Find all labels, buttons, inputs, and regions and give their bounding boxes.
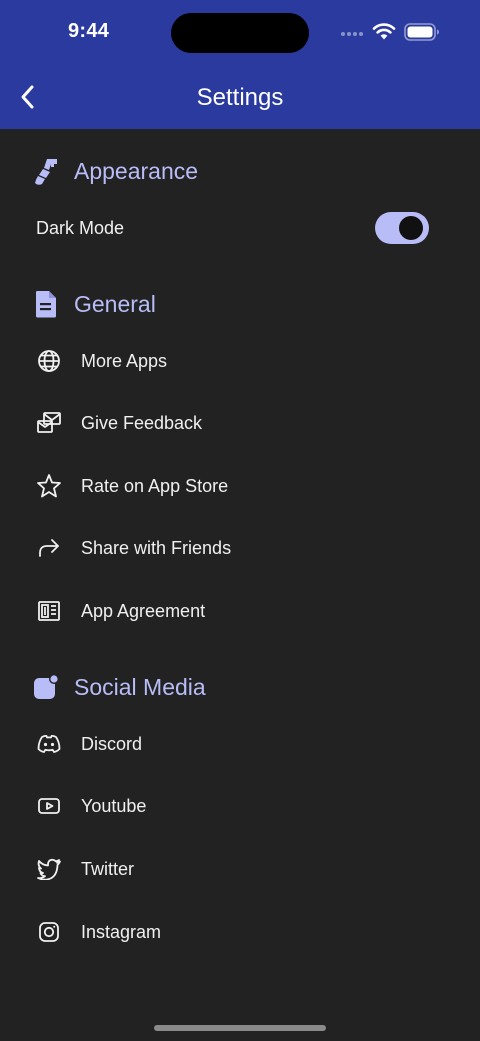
section-title-social-media: Social Media <box>74 673 206 700</box>
share-arrow-icon <box>36 535 62 561</box>
dark-mode-toggle[interactable] <box>375 212 429 244</box>
dynamic-island <box>171 13 309 53</box>
paintbrush-icon <box>30 155 62 187</box>
toggle-knob <box>399 216 423 240</box>
section-header-social-media: Social Media <box>30 669 206 705</box>
twitter-row[interactable]: Twitter <box>0 845 480 893</box>
section-title-general: General <box>74 290 156 317</box>
agreement-icon <box>36 598 62 624</box>
twitter-label: Twitter <box>81 858 135 879</box>
more-apps-label: More Apps <box>81 350 168 371</box>
instagram-icon <box>36 919 62 945</box>
discord-icon <box>36 731 62 757</box>
page-title: Settings <box>196 84 284 111</box>
discord-row[interactable]: Discord <box>0 720 480 768</box>
youtube-label: Youtube <box>81 795 147 816</box>
share-friends-row[interactable]: Share with Friends <box>0 524 480 572</box>
discord-label: Discord <box>81 733 143 754</box>
globe-icon <box>36 348 62 374</box>
feedback-icon <box>36 410 62 436</box>
rate-app-row[interactable]: Rate on App Store <box>0 462 480 510</box>
youtube-row[interactable]: Youtube <box>0 782 480 830</box>
app-agreement-row[interactable]: App Agreement <box>0 587 480 635</box>
app-badge-icon <box>30 671 62 703</box>
status-time: 9:44 <box>68 20 110 42</box>
youtube-icon <box>36 793 62 819</box>
navigation-header: 9:44 Settings <box>0 0 480 129</box>
give-feedback-label: Give Feedback <box>81 412 203 433</box>
star-icon <box>36 473 62 499</box>
app-agreement-label: App Agreement <box>81 600 206 621</box>
dark-mode-label: Dark Mode <box>36 217 125 238</box>
rate-app-label: Rate on App Store <box>81 475 229 496</box>
instagram-row[interactable]: Instagram <box>0 908 480 956</box>
dark-mode-row: Dark Mode <box>0 204 480 252</box>
cellular-signal-icon <box>341 32 365 38</box>
instagram-label: Instagram <box>81 921 162 942</box>
twitter-icon <box>36 856 62 882</box>
battery-icon <box>404 23 439 41</box>
document-icon <box>30 288 62 320</box>
section-header-general: General <box>30 286 156 322</box>
share-friends-label: Share with Friends <box>81 537 232 558</box>
wifi-icon <box>372 23 396 40</box>
home-indicator[interactable] <box>154 1025 326 1031</box>
section-header-appearance: Appearance <box>30 153 198 189</box>
section-title-appearance: Appearance <box>74 157 199 184</box>
give-feedback-row[interactable]: Give Feedback <box>0 399 480 447</box>
more-apps-row[interactable]: More Apps <box>0 337 480 385</box>
